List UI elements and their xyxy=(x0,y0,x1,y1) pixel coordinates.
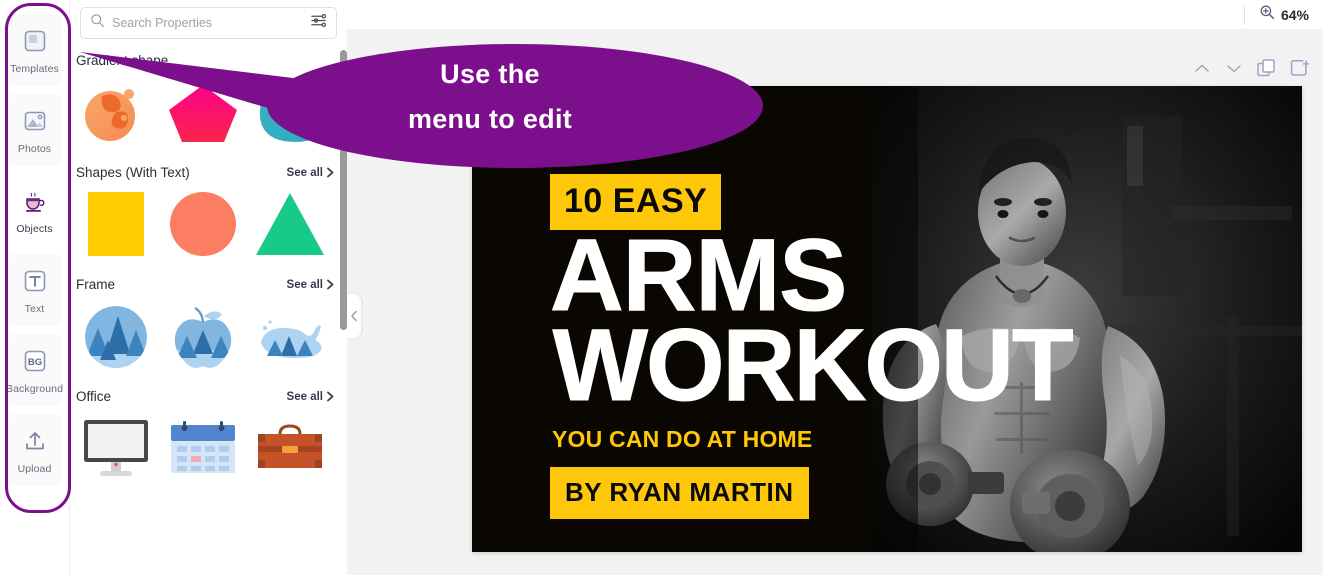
page-tools xyxy=(1193,59,1309,77)
section-header: Office See all xyxy=(74,375,343,411)
zoom-level-label: 64% xyxy=(1280,6,1309,23)
section-header: Gradient shape xyxy=(74,39,343,75)
sidebar-item-upload[interactable]: Upload xyxy=(6,414,63,486)
add-page-button[interactable] xyxy=(1290,59,1309,77)
thumb-shape-circle-salmon[interactable] xyxy=(163,187,243,263)
filter-sliders-icon[interactable] xyxy=(310,12,327,34)
sidebar-item-templates[interactable]: Templates xyxy=(6,14,63,86)
section-frame: Frame See all xyxy=(70,263,347,375)
duplicate-icon xyxy=(1257,59,1275,77)
thumb-row xyxy=(74,299,343,375)
thumb-office-monitor[interactable] xyxy=(76,411,156,487)
section-gradient-shape: Gradient shape xyxy=(70,39,347,151)
sidebar-item-objects[interactable]: Objects xyxy=(6,174,63,246)
move-page-up-button[interactable] xyxy=(1193,62,1211,75)
design-subtitle[interactable]: YOU CAN DO AT HOME xyxy=(552,426,812,453)
left-nav-rail: Templates Photos Objects Text BG Backgro… xyxy=(0,0,70,575)
move-page-down-button[interactable] xyxy=(1225,62,1243,75)
chevron-up-icon xyxy=(1195,64,1209,72)
sidebar-item-label: Photos xyxy=(17,142,52,155)
thumb-shape-square-yellow[interactable] xyxy=(76,187,156,263)
upload-icon xyxy=(20,426,50,456)
zoom-in-icon[interactable] xyxy=(1259,4,1275,25)
section-title: Gradient shape xyxy=(76,53,169,68)
thumb-gradient-pentagon-pink[interactable] xyxy=(163,75,243,151)
search-box[interactable] xyxy=(80,7,337,39)
top-bar: 64% xyxy=(347,0,1323,29)
thumb-row xyxy=(74,411,343,487)
chevron-left-icon xyxy=(351,310,357,322)
section-title: Shapes (With Text) xyxy=(76,165,190,180)
search-input[interactable] xyxy=(112,16,310,30)
thumb-frame-circle-forest[interactable] xyxy=(76,299,156,375)
search-row xyxy=(70,0,347,39)
thumb-frame-apple-forest[interactable] xyxy=(163,299,243,375)
app-root: Templates Photos Objects Text BG Backgro… xyxy=(0,0,1323,575)
panel-scrollbar[interactable] xyxy=(340,50,347,330)
section-header: Frame See all xyxy=(74,263,343,299)
canvas-area[interactable]: 10 EASY ARMS WORKOUT YOU CAN DO AT HOME … xyxy=(347,29,1323,575)
sidebar-item-label: Upload xyxy=(17,462,52,475)
sidebar-item-photos[interactable]: Photos xyxy=(6,94,63,166)
toolbar-divider xyxy=(1243,4,1245,25)
title-line-2[interactable]: WORKOUT xyxy=(552,314,1074,417)
chevron-right-icon xyxy=(327,167,334,178)
sidebar-item-label: Text xyxy=(24,302,45,315)
section-header: Shapes (With Text) See all xyxy=(74,151,343,187)
see-all-label: See all xyxy=(286,278,323,291)
thumb-shape-triangle-green[interactable] xyxy=(250,187,330,263)
chevron-right-icon xyxy=(327,391,334,402)
section-title: Frame xyxy=(76,277,116,292)
text-icon xyxy=(20,266,50,296)
thumb-office-briefcase[interactable] xyxy=(250,411,330,487)
thumb-frame-whale[interactable] xyxy=(250,299,330,375)
design-text-block: 10 EASY ARMS WORKOUT YOU CAN DO AT HOME … xyxy=(548,86,1074,552)
search-icon xyxy=(90,13,105,33)
svg-text:BG: BG xyxy=(27,357,41,368)
add-page-icon xyxy=(1290,60,1309,76)
design-canvas[interactable]: 10 EASY ARMS WORKOUT YOU CAN DO AT HOME … xyxy=(472,86,1302,552)
duplicate-page-button[interactable] xyxy=(1257,59,1276,77)
sidebar-item-background[interactable]: BG Background xyxy=(5,334,64,406)
sidebar-item-text[interactable]: Text xyxy=(6,254,63,326)
thumb-gradient-bean-teal[interactable] xyxy=(250,75,330,151)
sidebar-item-label: Objects xyxy=(16,222,53,235)
chevron-down-icon xyxy=(1227,64,1241,72)
photos-icon xyxy=(20,106,50,136)
sidebar-item-label: Background xyxy=(5,382,64,395)
section-office: Office See all xyxy=(70,375,347,487)
properties-panel: Gradient shape xyxy=(70,0,347,575)
thumb-row xyxy=(74,187,343,263)
section-title: Office xyxy=(76,389,112,404)
see-all-office[interactable]: See all xyxy=(287,391,335,403)
templates-icon xyxy=(20,26,50,56)
objects-icon xyxy=(20,186,50,216)
thumb-row xyxy=(74,75,343,151)
see-all-label: See all xyxy=(286,390,323,403)
thumb-gradient-blob-orange[interactable] xyxy=(76,75,156,151)
see-all-shapes-with-text[interactable]: See all xyxy=(287,167,335,179)
sidebar-item-label: Templates xyxy=(10,62,59,75)
see-all-frame[interactable]: See all xyxy=(287,279,335,291)
chevron-right-icon xyxy=(327,279,334,290)
thumb-office-calendar[interactable] xyxy=(163,411,243,487)
see-all-label: See all xyxy=(286,166,323,179)
background-icon: BG xyxy=(20,346,50,376)
zoom-control[interactable]: 64% xyxy=(1259,4,1309,25)
section-shapes-with-text: Shapes (With Text) See all xyxy=(70,151,347,263)
author-badge[interactable]: BY RYAN MARTIN xyxy=(550,467,809,519)
collapse-panel-button[interactable] xyxy=(347,294,361,338)
